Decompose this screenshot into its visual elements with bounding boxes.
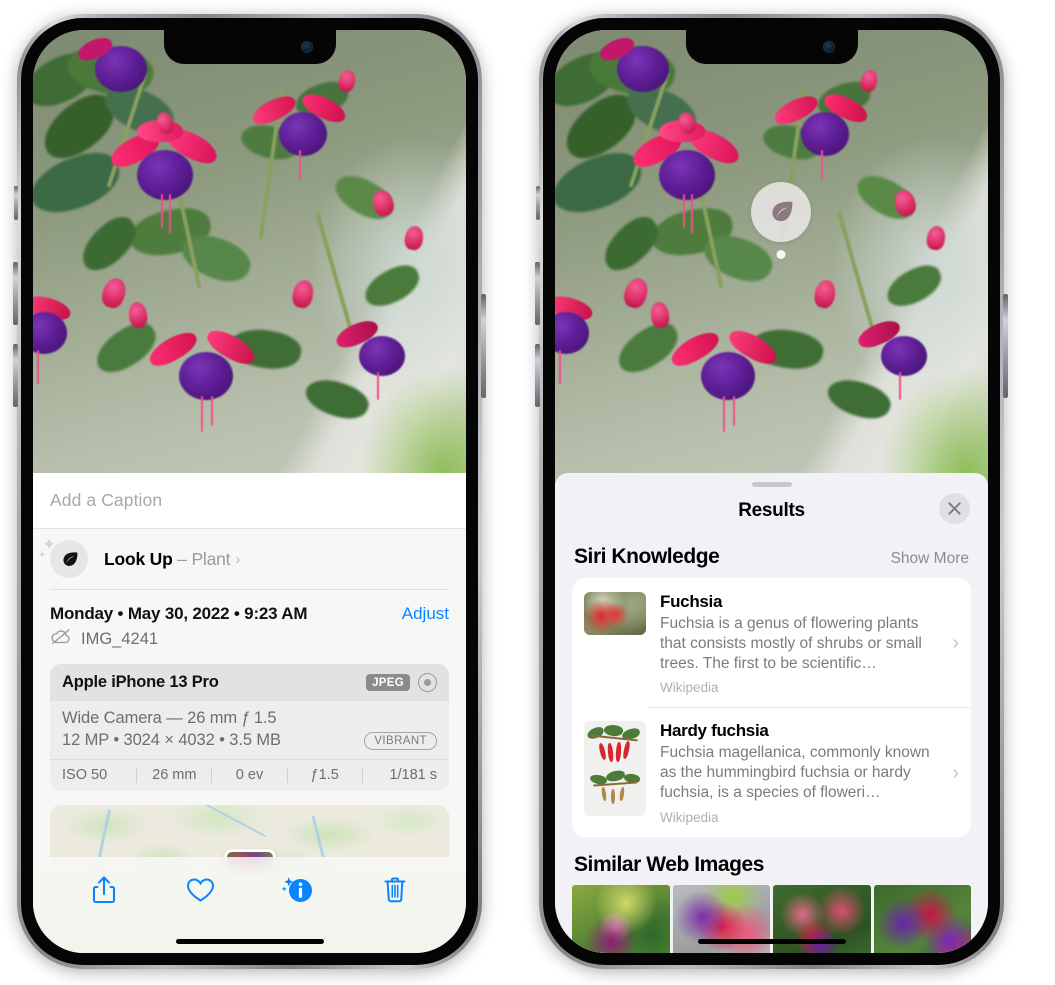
front-camera-icon — [300, 41, 313, 53]
volume-down-button[interactable] — [535, 344, 540, 407]
show-more-button[interactable]: Show More — [891, 550, 969, 568]
notch — [163, 30, 336, 64]
similar-image-thumbnail[interactable] — [873, 884, 971, 953]
right-phone-screen: Results Siri Knowledge Show More Fuchsia… — [555, 30, 988, 953]
notch — [685, 30, 858, 64]
exif-header: Apple iPhone 13 Pro JPEG — [50, 664, 449, 701]
info-button[interactable] — [275, 870, 321, 910]
format-badge: JPEG — [366, 674, 410, 691]
result-thumbnail — [584, 592, 646, 635]
photo-date-text: Monday • May 30, 2022 • 9:23 AM — [50, 604, 308, 623]
siri-knowledge-title: Siri Knowledge — [574, 545, 720, 568]
result-title: Hardy fuchsia — [660, 721, 769, 741]
exif-stat-aperture: ƒ1.5 — [310, 767, 339, 783]
result-description: Fuchsia is a genus of flowering plants t… — [660, 615, 922, 672]
file-row: IMG_4241 — [33, 624, 466, 650]
exif-stat-focal: 26 mm — [152, 767, 197, 783]
home-indicator[interactable] — [697, 939, 846, 944]
siri-knowledge-card: Fuchsia Fuchsia is a genus of flowering … — [572, 578, 971, 837]
front-camera-icon — [822, 41, 835, 53]
left-phone-device: Add a Caption ✦ ✦ Look Up – Plant › Mond… — [13, 14, 486, 969]
screenshot-stage: Add a Caption ✦ ✦ Look Up – Plant › Mond… — [0, 0, 1055, 985]
sparkle-icon: ✦ — [38, 550, 47, 561]
exif-stats-row: ISO 50 26 mm 0 ev ƒ1.5 1/181 s — [50, 759, 449, 791]
results-sheet: Results Siri Knowledge Show More Fuchsia… — [555, 473, 988, 953]
file-name-text: IMG_4241 — [81, 629, 159, 648]
photographic-style-badge: VIBRANT — [364, 731, 437, 750]
favorite-button[interactable] — [178, 870, 224, 910]
result-title: Fuchsia — [660, 592, 723, 611]
siri-knowledge-header: Siri Knowledge Show More — [555, 535, 988, 578]
leaf-icon — [751, 182, 811, 242]
results-header: Results — [555, 487, 988, 535]
delete-button[interactable] — [372, 870, 418, 910]
left-phone-bezel: Add a Caption ✦ ✦ Look Up – Plant › Mond… — [21, 18, 478, 965]
image-size-text: 12 MP • 3024 × 4032 • 3.5 MB — [62, 731, 281, 749]
result-source: Wikipedia — [660, 809, 719, 825]
lens-info-text: Wide Camera — 26 mm ƒ 1.5 — [62, 709, 277, 727]
exif-body: Wide Camera — 26 mm ƒ 1.5 12 MP • 3024 ×… — [50, 701, 449, 759]
silent-switch[interactable] — [536, 186, 540, 220]
result-thumbnail — [584, 721, 646, 817]
exif-header-badges: JPEG — [366, 673, 437, 692]
result-description: Fuchsia magellanica, commonly known as t… — [660, 744, 930, 802]
volume-down-button[interactable] — [13, 344, 18, 407]
result-source: Wikipedia — [660, 680, 719, 696]
caption-placeholder[interactable]: Add a Caption — [50, 490, 162, 511]
visual-look-up-badge[interactable] — [751, 182, 811, 259]
badge-anchor-dot — [776, 250, 786, 259]
side-power-button[interactable] — [481, 294, 486, 398]
home-indicator[interactable] — [175, 939, 324, 944]
chevron-right-icon: › — [952, 761, 959, 784]
list-item[interactable]: Fuchsia Fuchsia is a genus of flowering … — [572, 578, 971, 707]
left-phone-screen: Add a Caption ✦ ✦ Look Up – Plant › Mond… — [33, 30, 466, 953]
size-row: 12 MP • 3024 × 4032 • 3.5 MB VIBRANT — [62, 731, 437, 750]
similar-images-title: Similar Web Images — [574, 852, 764, 876]
look-up-icon-wrap: ✦ ✦ — [38, 536, 88, 578]
caption-row[interactable]: Add a Caption — [33, 473, 466, 529]
list-item[interactable]: Hardy fuchsia Fuchsia magellanica, commo… — [572, 707, 971, 836]
chevron-right-icon: › — [235, 550, 241, 568]
map-waterway — [203, 805, 267, 838]
silent-switch[interactable] — [14, 186, 18, 220]
share-button[interactable] — [81, 870, 127, 910]
close-icon[interactable] — [939, 493, 970, 524]
cloud-slash-icon — [50, 628, 72, 650]
adjust-button[interactable]: Adjust — [402, 604, 449, 624]
right-phone-bezel: Results Siri Knowledge Show More Fuchsia… — [543, 18, 1000, 965]
leaf-icon — [50, 540, 88, 578]
exif-stat-shutter: 1/181 s — [389, 767, 438, 783]
aperture-icon[interactable] — [418, 673, 437, 692]
right-phone-device: Results Siri Knowledge Show More Fuchsia… — [535, 14, 1008, 969]
result-text-block: Hardy fuchsia Fuchsia magellanica, commo… — [660, 721, 950, 824]
date-row: Monday • May 30, 2022 • 9:23 AM Adjust — [33, 590, 466, 624]
similar-images-header: Similar Web Images — [555, 837, 988, 885]
exif-card[interactable]: Apple iPhone 13 Pro JPEG Wide Camera — 2… — [50, 664, 449, 791]
volume-up-button[interactable] — [13, 262, 18, 325]
result-text-block: Fuchsia Fuchsia is a genus of flowering … — [660, 592, 950, 695]
similar-image-thumbnail[interactable] — [572, 884, 670, 953]
look-up-label: Look Up – Plant — [104, 548, 231, 569]
exif-stat-iso: ISO 50 — [62, 767, 108, 783]
chevron-right-icon: › — [952, 632, 959, 655]
side-power-button[interactable] — [1003, 294, 1008, 398]
look-up-row[interactable]: ✦ ✦ Look Up – Plant › — [33, 529, 466, 589]
volume-up-button[interactable] — [535, 262, 540, 325]
results-title: Results — [738, 500, 805, 521]
camera-model-text: Apple iPhone 13 Pro — [62, 673, 219, 691]
exif-stat-ev: 0 ev — [235, 767, 264, 783]
